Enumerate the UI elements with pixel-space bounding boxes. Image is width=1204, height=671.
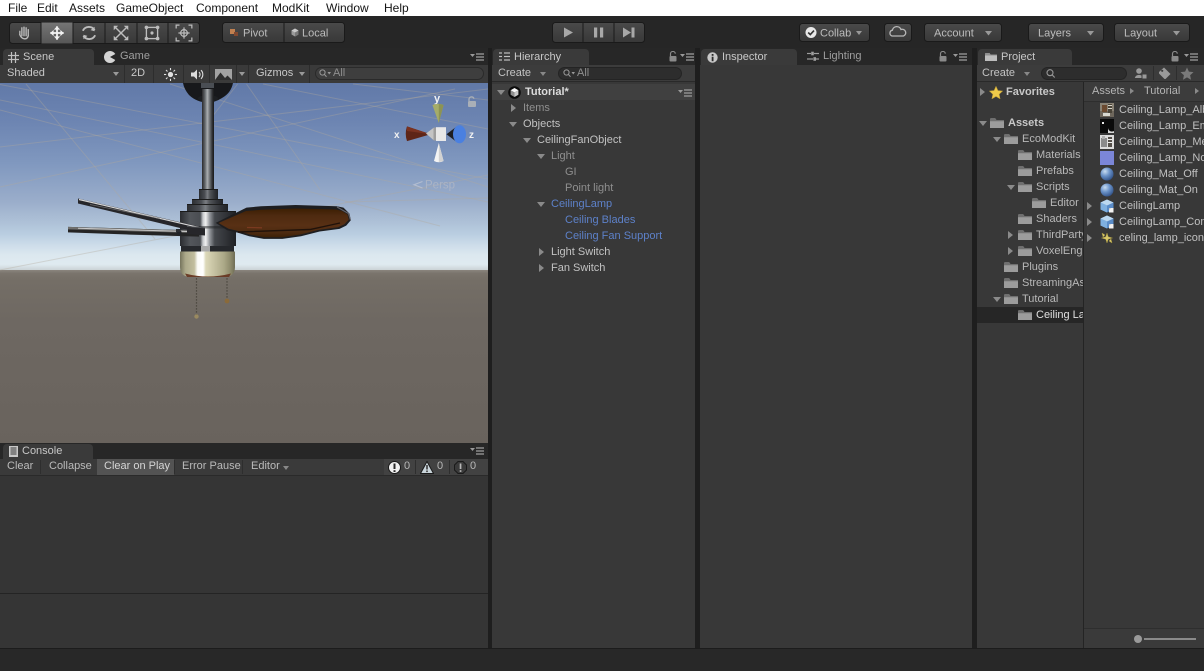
- svg-text:Layers: Layers: [1038, 28, 1072, 40]
- svg-text:Local: Local: [302, 28, 328, 40]
- svg-text:Collab: Collab: [820, 28, 851, 40]
- svg-text:Account: Account: [934, 28, 974, 40]
- svg-text:z: z: [469, 130, 474, 141]
- svg-text:Layout: Layout: [1124, 28, 1157, 40]
- svg-text:y: y: [434, 93, 441, 105]
- svg-text:Pivot: Pivot: [243, 28, 267, 40]
- svg-text:x: x: [394, 130, 400, 141]
- svg-text:Persp: Persp: [425, 180, 455, 192]
